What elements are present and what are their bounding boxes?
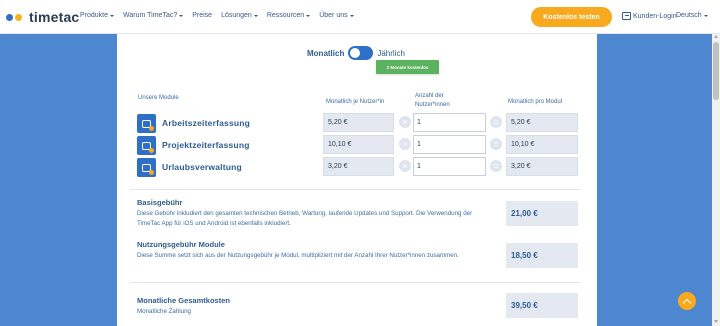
back-to-top-button[interactable] xyxy=(678,292,696,310)
total-cost-title: Monatliche Gesamtkosten xyxy=(137,296,230,305)
nav-item-ueber-uns[interactable]: Über uns xyxy=(319,12,354,19)
price-per-user-field: 3,20 € xyxy=(323,157,394,176)
logo-mark-icon xyxy=(6,13,24,21)
price-per-user-field: 10,10 € xyxy=(323,135,394,154)
usage-fee-description: Diese Summe setzt sich aus der Nutzungsg… xyxy=(137,252,459,259)
total-cost-amount: 39,50 € xyxy=(506,293,578,318)
module-row: Urlaubsverwaltung 3,20 € × = 3,20 € xyxy=(137,157,578,177)
column-header-monthly-per-module: Monatlich pro Modul xyxy=(508,99,563,105)
module-name: Urlaubsverwaltung xyxy=(162,162,242,172)
equals-icon: = xyxy=(490,138,502,150)
chevron-down-icon xyxy=(179,14,184,17)
module-row: Arbeitszeiterfassung 5,20 € × = 5,20 € xyxy=(137,113,578,133)
calendar-icon xyxy=(137,158,156,177)
multiply-icon: × xyxy=(399,160,411,172)
module-name: Arbeitszeiterfassung xyxy=(162,118,251,128)
equals-icon: = xyxy=(490,160,502,172)
toggle-knob xyxy=(350,48,361,58)
scrollbar-thumb[interactable] xyxy=(713,42,719,100)
usage-fee-amount: 18,50 € xyxy=(506,243,578,268)
divider xyxy=(130,189,581,190)
chevron-down-icon xyxy=(349,14,354,17)
user-count-input[interactable] xyxy=(413,113,486,132)
module-total-field: 5,20 € xyxy=(506,113,578,132)
customer-login-link[interactable]: Kunden-Login xyxy=(622,12,677,20)
main-nav: Produkte Warum TimeTac? Preise Lösungen … xyxy=(80,12,363,19)
multiply-icon: × xyxy=(399,138,411,150)
yearly-discount-badge: 2 Monate kostenlos xyxy=(376,60,439,74)
page-scrollbar[interactable] xyxy=(712,34,720,326)
brand-name: timetac xyxy=(29,9,80,25)
divider xyxy=(130,282,581,283)
nav-item-loesungen[interactable]: Lösungen xyxy=(221,12,258,19)
nav-item-ressourcen[interactable]: Ressourcen xyxy=(267,12,311,19)
billing-toggle[interactable] xyxy=(348,46,374,60)
base-fee-description: Diese Gebühr inkludiert den gesamten tec… xyxy=(137,210,473,227)
user-count-input[interactable] xyxy=(413,135,486,154)
language-selector[interactable]: Deutsch xyxy=(676,12,708,19)
nav-item-produkte[interactable]: Produkte xyxy=(80,12,115,19)
login-icon xyxy=(622,12,631,20)
chevron-down-icon xyxy=(703,14,708,17)
nav-item-warum-timetac[interactable]: Warum TimeTac? xyxy=(123,12,184,19)
module-name: Projektzeiterfassung xyxy=(162,140,250,150)
module-row: Projektzeiterfassung 10,10 € × = 10,10 € xyxy=(137,135,578,155)
timetac-logo[interactable]: timetac xyxy=(6,9,79,25)
column-header-user-count: Anzahl der Nutzer*innen xyxy=(415,93,450,108)
module-total-field: 3,20 € xyxy=(506,157,578,176)
scroll-up-arrow-icon[interactable] xyxy=(714,35,718,38)
scroll-down-arrow-icon[interactable] xyxy=(714,320,718,323)
chevron-down-icon xyxy=(306,14,311,17)
nav-item-preise[interactable]: Preise xyxy=(192,12,212,19)
chevron-down-icon xyxy=(110,14,115,17)
yearly-label[interactable]: Jährlich xyxy=(377,49,405,58)
site-header: timetac Produkte Warum TimeTac? Preise L… xyxy=(0,0,720,34)
monthly-label[interactable]: Monatlich xyxy=(307,49,344,58)
column-header-price-per-user: Monatlich je Nutzer*in xyxy=(326,99,385,105)
usage-fee-title: Nutzungsgebühr Module xyxy=(137,240,225,249)
column-header-modules: Unsere Module xyxy=(138,95,179,101)
billing-toggle-row: Monatlich Jährlich xyxy=(307,46,405,60)
folder-icon xyxy=(137,136,156,155)
clock-icon xyxy=(137,114,156,133)
multiply-icon: × xyxy=(399,116,411,128)
base-fee-title: Basisgebühr xyxy=(137,198,183,207)
chevron-down-icon xyxy=(253,14,258,17)
price-per-user-field: 5,20 € xyxy=(323,113,394,132)
pricing-calculator: Monatlich Jährlich 2 Monate kostenlos Un… xyxy=(117,34,597,326)
module-total-field: 10,10 € xyxy=(506,135,578,154)
free-trial-button[interactable]: Kostenlos testen xyxy=(531,7,612,27)
base-fee-amount: 21,00 € xyxy=(506,201,578,226)
equals-icon: = xyxy=(490,116,502,128)
total-cost-subtitle: Monatliche Zahlung xyxy=(137,308,192,315)
chevron-up-icon xyxy=(682,298,692,307)
user-count-input[interactable] xyxy=(413,157,486,176)
